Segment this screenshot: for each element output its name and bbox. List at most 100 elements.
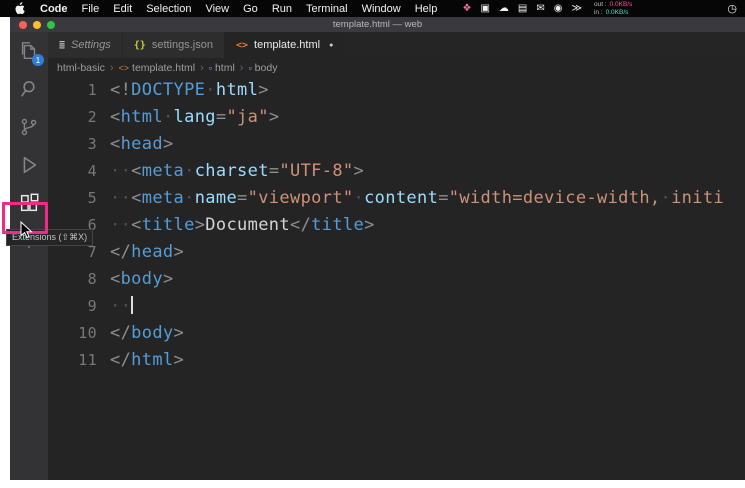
code-token: "viewport"	[247, 188, 354, 208]
line-content: </head>	[97, 239, 184, 266]
clock-icon[interactable]: ◷	[727, 2, 737, 15]
chevrons-status-icon[interactable]: ≫	[572, 3, 582, 14]
line-content: <!DOCTYPE·html>	[97, 77, 269, 104]
tab-settings[interactable]: ≣ Settings	[48, 32, 123, 58]
window-title: template.html — web	[332, 19, 423, 30]
code-line-5[interactable]: 5 ··<meta·name="viewport"·content="width=…	[48, 185, 745, 212]
code-line-7[interactable]: 7 </head>	[48, 239, 745, 266]
code-token: <	[131, 161, 142, 181]
breadcrumb-item-body[interactable]: ▫ body	[248, 62, 277, 74]
code-token: Document	[205, 215, 290, 235]
line-number: 5	[87, 189, 97, 207]
line-content: ··	[97, 293, 134, 320]
code-line-10[interactable]: 10 </body>	[48, 320, 745, 347]
breadcrumb-item-template-html[interactable]: <> template.html	[119, 62, 196, 74]
code-line-6[interactable]: 6 ··<title>Document</title>	[48, 212, 745, 239]
line-content: ··<meta·name="viewport"·content="width=d…	[97, 185, 724, 212]
breadcrumb-label: body	[254, 61, 278, 74]
breadcrumb-symbol-icon: <>	[118, 62, 130, 73]
line-number: 3	[87, 135, 97, 153]
line-content: <body>	[97, 266, 174, 293]
menu-run[interactable]: Run	[272, 3, 292, 15]
mail-status-icon[interactable]: ✉	[536, 3, 544, 14]
code-token: lang	[173, 107, 216, 127]
tab-settings-json[interactable]: {} settings.json	[122, 32, 225, 58]
code-line-9[interactable]: 9 ··	[48, 293, 745, 320]
menu-window[interactable]: Window	[362, 3, 401, 15]
code-token: ··	[110, 188, 132, 208]
line-content: </body>	[97, 320, 184, 347]
line-number: 2	[87, 108, 97, 126]
network-speed-indicator[interactable]: out : 0.0KB/s in : 0.0KB/s	[594, 1, 632, 16]
code-token: ·	[353, 188, 365, 208]
menu-code[interactable]: Code	[40, 3, 68, 15]
extensions-icon[interactable]	[10, 184, 48, 222]
menu-edit[interactable]: Edit	[113, 3, 132, 15]
menu-terminal[interactable]: Terminal	[306, 3, 348, 15]
code-token: charset	[194, 161, 269, 181]
code-token: html	[120, 107, 163, 127]
code-token: body	[120, 269, 163, 289]
code-token: "ja"	[226, 107, 269, 127]
search-icon[interactable]	[10, 70, 48, 108]
line-number: 9	[87, 297, 97, 315]
photos-status-icon[interactable]: ▣	[480, 3, 489, 14]
run-debug-icon[interactable]	[10, 146, 48, 184]
breadcrumb: html-basic › <> template.html › ▫ html › ▫ body	[48, 58, 745, 77]
code-line-3[interactable]: 3 <head>	[48, 131, 745, 158]
code-token: </	[289, 215, 312, 235]
line-content: ··<meta·charset="UTF-8">	[97, 158, 364, 185]
breadcrumb-item-html[interactable]: ▫ html	[209, 62, 235, 74]
modified-indicator[interactable]: ●	[329, 42, 333, 49]
tab-template-html[interactable]: <> template.html ●	[224, 32, 346, 58]
network-out-label: out :	[593, 0, 607, 8]
line-number: 1	[87, 81, 97, 99]
explorer-icon[interactable]: 1	[10, 32, 48, 70]
breadcrumb-separator: ›	[109, 61, 114, 74]
breadcrumb-label: html	[214, 61, 235, 74]
code-token: <	[131, 188, 142, 208]
cloud-status-icon[interactable]: ☁	[499, 3, 509, 14]
zoom-window-button[interactable]	[47, 21, 55, 29]
code-token: </	[110, 242, 132, 262]
text-cursor	[131, 296, 134, 314]
code-token: <	[110, 107, 121, 127]
menu-go[interactable]: Go	[243, 3, 258, 15]
tab-label: settings.json	[151, 39, 213, 51]
code-line-8[interactable]: 8 <body>	[48, 266, 745, 293]
user-status-icon[interactable]: ◉	[554, 3, 563, 14]
minimize-window-button[interactable]	[33, 21, 41, 29]
code-token: content	[364, 188, 439, 208]
apple-menu-icon[interactable]	[14, 2, 25, 15]
close-window-button[interactable]	[19, 21, 27, 29]
breadcrumb-item-html-basic[interactable]: html-basic	[57, 62, 105, 74]
line-number: 10	[78, 324, 97, 342]
code-line-2[interactable]: 2 <html·lang="ja">	[48, 104, 745, 131]
mouse-cursor	[20, 221, 33, 239]
code-line-1[interactable]: 1 <!DOCTYPE·html>	[48, 77, 745, 104]
menubar-status-area: ❖ ▣ ☁ ▤ ✉ ◉ ≫ out : 0.0KB/s in : 0.0KB/s ◷	[463, 1, 738, 16]
bowtie-status-icon[interactable]: ❖	[463, 3, 472, 14]
source-control-icon[interactable]	[10, 108, 48, 146]
tab-label: Settings	[71, 39, 111, 51]
breadcrumb-label: template.html	[132, 61, 196, 74]
line-content: <html·lang="ja">	[97, 104, 279, 131]
menu-file[interactable]: File	[82, 3, 100, 15]
tab-label: template.html	[254, 39, 321, 51]
breadcrumb-separator: ›	[239, 61, 244, 74]
code-token: =	[268, 161, 280, 181]
tab-file-icon: {}	[133, 39, 146, 51]
notes-status-icon[interactable]: ▤	[518, 3, 527, 14]
code-token: ·	[205, 80, 216, 100]
code-token: ··	[110, 215, 132, 235]
network-in-value: 0.0KB/s	[605, 9, 629, 16]
menu-view[interactable]: View	[205, 3, 229, 15]
code-line-11[interactable]: 11 </html>	[48, 347, 745, 374]
menu-help[interactable]: Help	[415, 3, 438, 15]
code-line-4[interactable]: 4 ··<meta·charset="UTF-8">	[48, 158, 745, 185]
code-token: <!	[110, 80, 132, 100]
vscode-window: template.html — web 1 ≣ Settings {} sett…	[10, 17, 745, 480]
menu-selection[interactable]: Selection	[146, 3, 191, 15]
code-editor[interactable]: 1 <!DOCTYPE·html> 2 <html·lang="ja"> 3 <head>…	[48, 77, 745, 480]
window-titlebar[interactable]: template.html — web	[10, 17, 745, 32]
